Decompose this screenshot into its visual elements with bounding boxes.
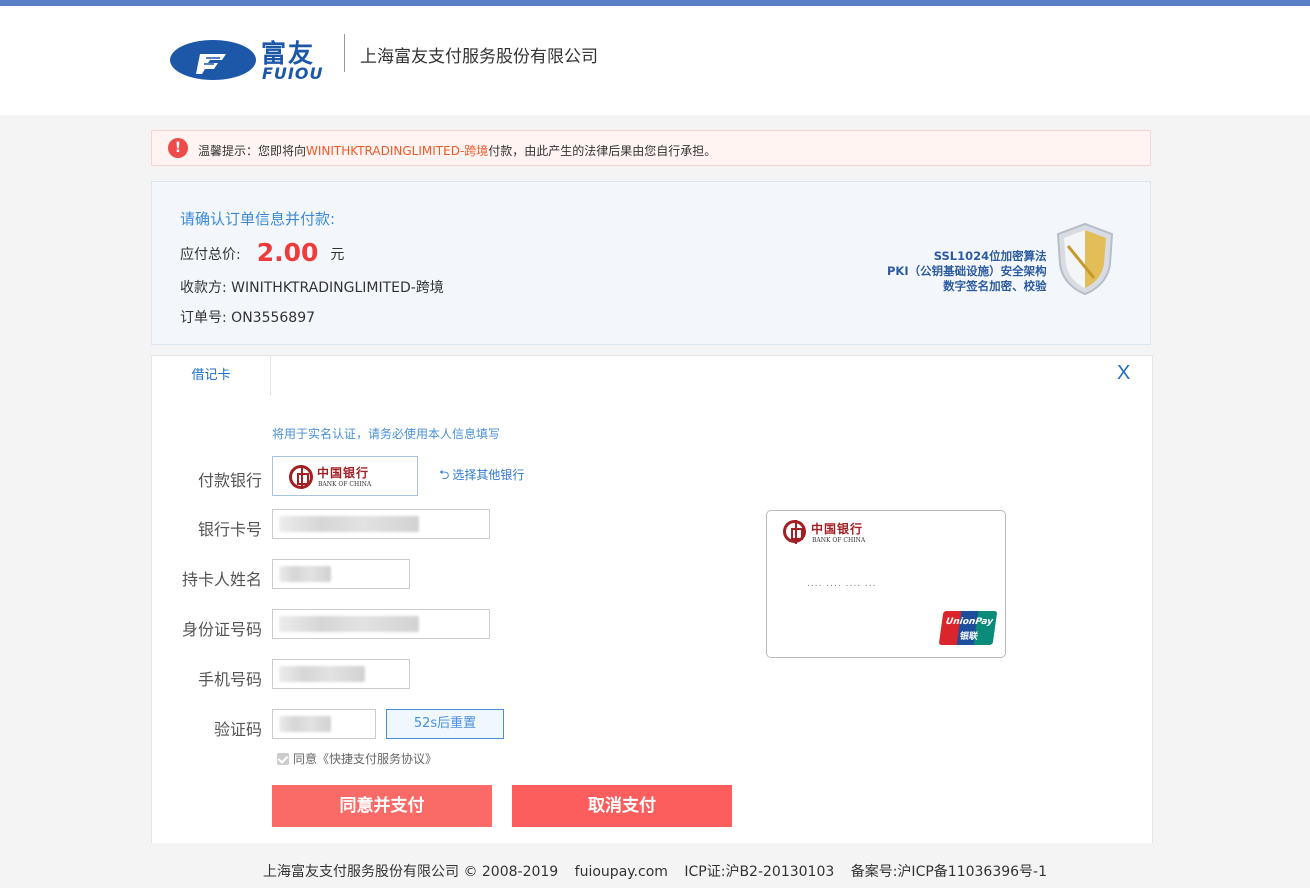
unionpay-text-en: UnionPay bbox=[945, 617, 994, 627]
redacted-value bbox=[279, 616, 419, 632]
footer-record: 备案号:沪ICP备11036396号-1 bbox=[850, 864, 1047, 880]
logo-text-en: FUIOU bbox=[262, 64, 324, 83]
warning-banner: ! 温馨提示：您即将向WINITHKTRADINGLIMITED-跨境付款，由此… bbox=[151, 130, 1151, 166]
phone-label: 手机号码 bbox=[197, 670, 262, 689]
exclamation-icon: ! bbox=[168, 138, 188, 158]
bank-of-china-icon bbox=[289, 465, 313, 489]
order-no-value: ON3556897 bbox=[231, 310, 316, 326]
card-bank-name-cn: 中国银行 bbox=[811, 522, 864, 536]
bank-card-preview: 中国银行 BANK OF CHINA .... .... .... ... Un… bbox=[766, 510, 1006, 658]
close-button[interactable]: X bbox=[1117, 362, 1130, 385]
card-number-label: 银行卡号 bbox=[197, 520, 262, 539]
site-footer: 上海富友支付服务股份有限公司 © 2008-2019 fuioupay.com … bbox=[0, 861, 1310, 881]
order-title: 请确认订单信息并付款: bbox=[180, 210, 336, 228]
redacted-value bbox=[279, 716, 331, 732]
redacted-value bbox=[279, 666, 365, 682]
payee-row: 收款方: WINITHKTRADINGLIMITED-跨境 bbox=[180, 277, 444, 297]
return-arrow-icon: ⮌ bbox=[439, 468, 450, 483]
bank-label: 付款银行 bbox=[197, 471, 262, 490]
resend-code-button[interactable]: 52s后重置 bbox=[386, 709, 504, 739]
ssl-line: SSL1024位加密算法 bbox=[933, 249, 1047, 263]
agree-checkbox[interactable] bbox=[277, 753, 289, 765]
id-number-input[interactable] bbox=[272, 609, 490, 639]
bank-of-china-icon bbox=[783, 520, 806, 544]
bank-name-cn: 中国银行 bbox=[317, 466, 370, 480]
unionpay-text-cn: 银联 bbox=[959, 632, 979, 642]
phone-input[interactable] bbox=[272, 659, 410, 689]
footer-copyright: 上海富友支付服务股份有限公司 © 2008-2019 bbox=[263, 864, 559, 880]
amount-row: 应付总价: 2.00 元 bbox=[180, 238, 344, 267]
holder-name-label: 持卡人姓名 bbox=[181, 570, 262, 589]
ssl-line: 数字签名加密、校验 bbox=[943, 279, 1047, 293]
holder-name-input[interactable] bbox=[272, 559, 410, 589]
redacted-value bbox=[279, 516, 419, 532]
site-header: 富友 FUIOU 上海富友支付服务股份有限公司 bbox=[0, 6, 1310, 115]
unionpay-logo-icon: UnionPay 银联 bbox=[938, 611, 998, 645]
confirm-pay-button[interactable]: 同意并支付 bbox=[272, 785, 492, 827]
logo-emblem-icon bbox=[170, 40, 256, 80]
card-number-placeholder: .... .... .... ... bbox=[807, 579, 877, 589]
redacted-value bbox=[279, 566, 331, 582]
footer-icp-cert: ICP证:沪B2-20130103 bbox=[684, 864, 835, 880]
footer-domain: fuioupay.com bbox=[574, 864, 668, 880]
payee-label: 收款方: bbox=[180, 280, 227, 296]
fuiou-logo: 富友 FUIOU bbox=[170, 36, 325, 86]
id-number-label: 身份证号码 bbox=[181, 620, 262, 639]
bank-name-en: BANK OF CHINA bbox=[318, 481, 372, 488]
agreement-text[interactable]: 同意《快捷支付服务协议》 bbox=[293, 752, 437, 766]
choose-other-bank-link[interactable]: ⮌ 选择其他银行 bbox=[439, 466, 524, 488]
company-name: 上海富友支付服务股份有限公司 bbox=[360, 47, 598, 67]
cancel-pay-button[interactable]: 取消支付 bbox=[512, 785, 732, 827]
agreement: 同意《快捷支付服务协议》 bbox=[277, 750, 437, 767]
code-label: 验证码 bbox=[213, 720, 262, 739]
card-bank-name-en: BANK OF CHINA bbox=[812, 537, 866, 544]
warning-prefix: 温馨提示：您即将向 bbox=[198, 144, 307, 158]
security-shield-icon bbox=[1056, 222, 1114, 296]
amount-label: 应付总价: bbox=[180, 247, 241, 263]
other-bank-label: 选择其他银行 bbox=[452, 468, 525, 482]
warning-merchant: WINITHKTRADINGLIMITED-跨境 bbox=[306, 144, 489, 158]
payment-panel: 借记卡 X 将用于实名认证，请务必使用本人信息填写 付款银行 中国银行 BANK… bbox=[151, 355, 1153, 843]
warning-suffix: 付款，由此产生的法律后果由您自行承担。 bbox=[488, 144, 717, 158]
order-no-row: 订单号: ON3556897 bbox=[180, 307, 315, 327]
order-summary: 请确认订单信息并付款: 应付总价: 2.00 元 收款方: WINITHKTRADI… bbox=[151, 181, 1151, 345]
payee-value: WINITHKTRADINGLIMITED-跨境 bbox=[231, 280, 444, 296]
card-number-input[interactable] bbox=[272, 509, 490, 539]
warning-text: 温馨提示：您即将向WINITHKTRADINGLIMITED-跨境付款，由此产生… bbox=[198, 142, 716, 159]
verification-code-input[interactable] bbox=[272, 709, 376, 739]
header-divider bbox=[344, 34, 345, 72]
currency-label: 元 bbox=[330, 247, 345, 263]
order-no-label: 订单号: bbox=[180, 310, 227, 326]
security-info: SSL1024位加密算法 PKI（公钥基础设施）安全架构 数字签名加密、校验 bbox=[887, 249, 1047, 294]
tab-debit-card[interactable]: 借记卡 bbox=[152, 356, 271, 396]
amount-value: 2.00 bbox=[256, 238, 319, 267]
realname-hint: 将用于实名认证，请务必使用本人信息填写 bbox=[272, 427, 501, 441]
selected-bank[interactable]: 中国银行 BANK OF CHINA bbox=[272, 456, 418, 496]
ssl-line: PKI（公钥基础设施）安全架构 bbox=[887, 264, 1047, 278]
